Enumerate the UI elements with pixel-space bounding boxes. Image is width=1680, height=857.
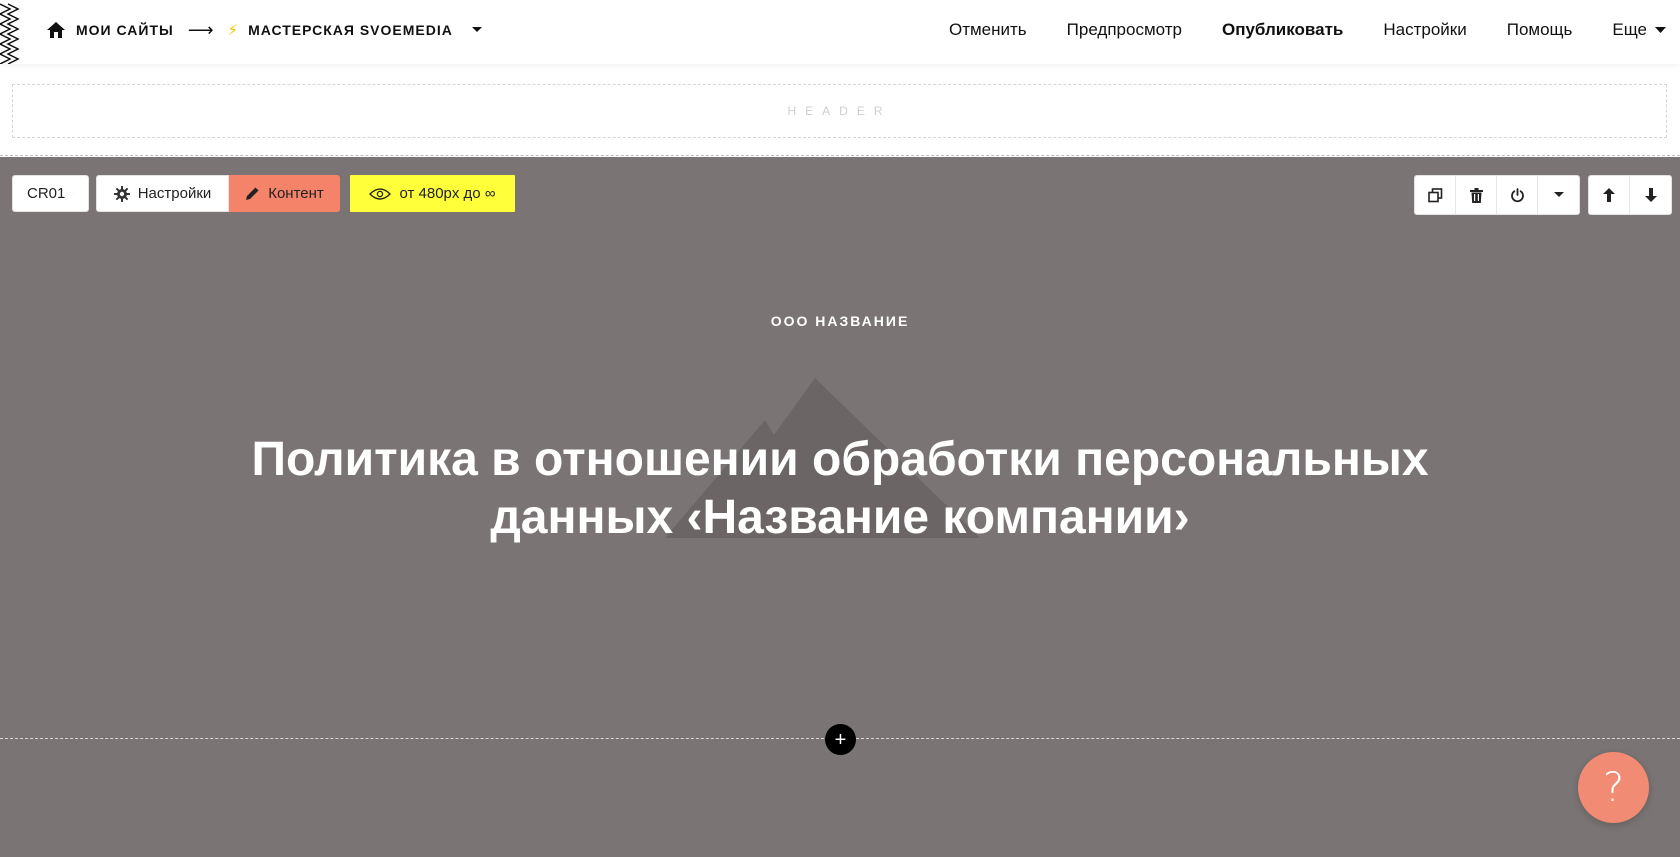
breadcrumb-site-name[interactable]: МАСТЕРСКАЯ SVOEMEDIA [248, 22, 453, 38]
more-menu[interactable]: Еще [1612, 20, 1666, 40]
help-link[interactable]: Помощь [1507, 20, 1573, 40]
block-settings-button[interactable]: Настройки [96, 175, 229, 212]
block-separator [0, 155, 1680, 156]
power-icon [1510, 187, 1524, 202]
home-icon[interactable] [46, 21, 66, 39]
caret-down-icon [1553, 192, 1564, 197]
cancel-button[interactable]: Отменить [949, 20, 1027, 40]
block-content-label: Контент [268, 185, 324, 202]
visibility-range-label: от 480px до ∞ [399, 185, 496, 202]
help-button[interactable]: ? [1578, 752, 1649, 823]
bolt-icon: ⚡ [227, 22, 239, 39]
page-title-line-2: данных ‹Название компании› [490, 491, 1190, 544]
page-title-line-1: Политика в отношении обработки персональ… [251, 433, 1429, 486]
block-actions-group [1414, 175, 1580, 215]
block-content-button[interactable]: Контент [229, 175, 340, 212]
duplicate-icon [1427, 187, 1442, 202]
pencil-icon [246, 187, 259, 200]
publish-button[interactable]: Опубликовать [1222, 20, 1343, 40]
eye-icon [369, 187, 392, 200]
arrow-down-icon [1644, 188, 1657, 202]
zigzag-logo-icon[interactable] [0, 0, 20, 64]
block-toolbar-left: CR01 Настройки Контент от 480px до ∞ [12, 175, 515, 212]
visibility-range-button[interactable]: от 480px до ∞ [350, 175, 515, 212]
breadcrumb-arrow-icon: ⟶ [187, 19, 214, 40]
page-title: Политика в отношении обработки персональ… [140, 431, 1540, 547]
top-nav: Отменить Предпросмотр Опубликовать Настр… [949, 0, 1666, 60]
header-placeholder[interactable]: HEADER [12, 84, 1667, 138]
toggle-visibility-button[interactable] [1497, 176, 1538, 214]
breadcrumb: МОИ САЙТЫ ⟶ ⚡ МАСТЕРСКАЯ SVOEMEDIA [46, 0, 483, 60]
more-actions-button[interactable] [1538, 176, 1579, 214]
cover-block: CR01 Настройки Контент от 480px до ∞ ООО… [0, 157, 1680, 857]
gear-icon [113, 185, 130, 202]
move-up-button[interactable] [1589, 176, 1630, 214]
company-name: ООО НАЗВАНИЕ [770, 313, 910, 329]
breadcrumb-my-sites[interactable]: МОИ САЙТЫ [76, 22, 174, 38]
caret-down-icon [73, 193, 74, 194]
arrow-up-icon [1603, 188, 1615, 202]
duplicate-button[interactable] [1415, 176, 1456, 214]
header-placeholder-label: HEADER [787, 104, 892, 118]
chevron-down-icon[interactable] [471, 26, 483, 34]
block-move-group [1588, 175, 1672, 215]
block-code-label: CR01 [27, 185, 66, 202]
chevron-down-icon [1655, 26, 1666, 33]
preview-button[interactable]: Предпросмотр [1067, 20, 1182, 40]
block-code-dropdown[interactable]: CR01 [12, 175, 89, 212]
top-bar: МОИ САЙТЫ ⟶ ⚡ МАСТЕРСКАЯ SVOEMEDIA Отмен… [0, 0, 1680, 64]
delete-button[interactable] [1456, 176, 1497, 214]
trash-icon [1469, 187, 1483, 203]
block-settings-label: Настройки [137, 185, 212, 202]
block-toolbar-right [1414, 175, 1672, 215]
more-menu-label: Еще [1612, 20, 1647, 39]
add-block-button[interactable]: + [825, 724, 856, 755]
move-down-button[interactable] [1630, 176, 1671, 214]
settings-link[interactable]: Настройки [1383, 20, 1466, 40]
